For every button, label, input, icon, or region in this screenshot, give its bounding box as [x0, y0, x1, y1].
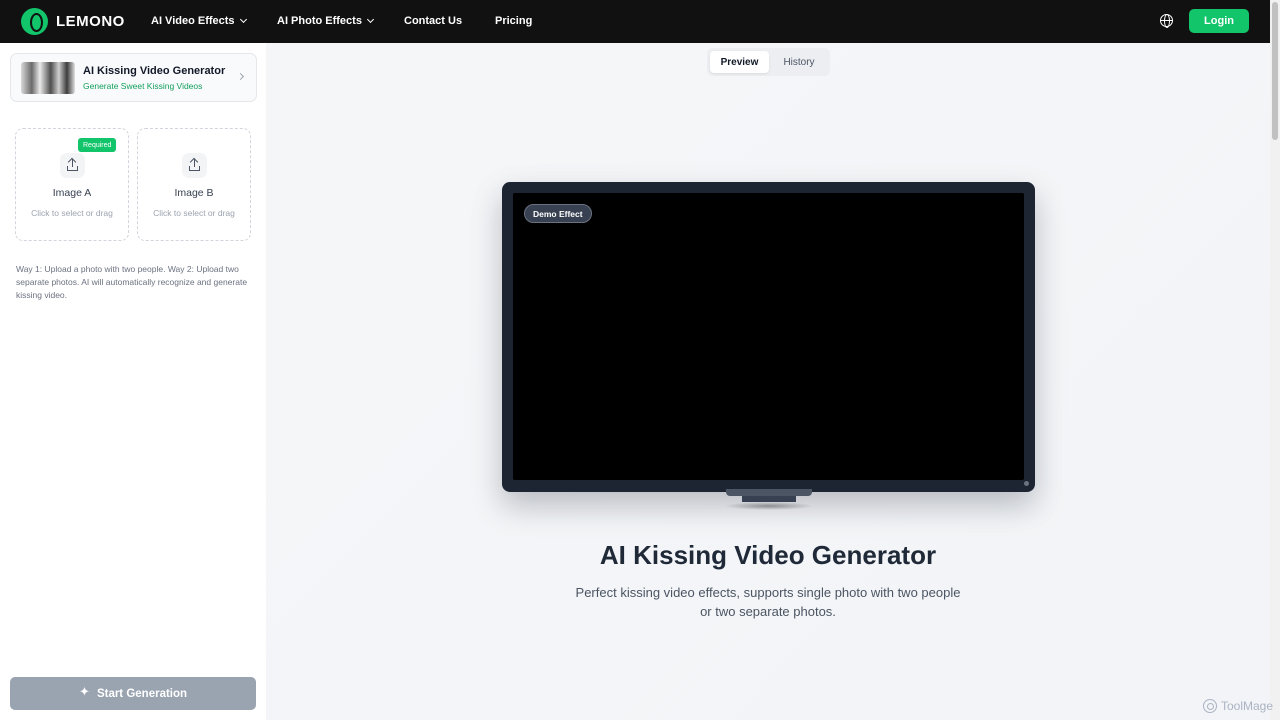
- nav-label: Pricing: [495, 15, 533, 27]
- view-toggle: Preview History: [707, 48, 830, 76]
- upload-title: Image A: [52, 187, 92, 199]
- sparkle-icon: [79, 685, 91, 700]
- nav-label: AI Photo Effects: [277, 15, 362, 27]
- nav-label: Contact Us: [404, 15, 463, 27]
- login-button[interactable]: Login: [1189, 9, 1249, 33]
- tab-preview[interactable]: Preview: [710, 51, 769, 73]
- start-generation-label: Start Generation: [96, 687, 188, 700]
- sidebar: AI Kissing Video Generator Generate Swee…: [0, 43, 266, 720]
- monitor-stand: [726, 489, 812, 496]
- nav-ai-video-effects[interactable]: AI Video Effects: [151, 15, 247, 27]
- chevron-right-icon: [236, 72, 245, 81]
- chevron-down-icon: [366, 15, 374, 24]
- monitor-shadow: [724, 502, 814, 510]
- demo-effect-badge: Demo Effect: [524, 204, 592, 223]
- page-title: AI Kissing Video Generator: [599, 540, 937, 570]
- brand-name: LEMONO: [56, 13, 125, 30]
- nav-label: AI Video Effects: [151, 15, 235, 27]
- start-generation-button[interactable]: Start Generation: [10, 677, 256, 710]
- nav-pricing[interactable]: Pricing: [495, 15, 532, 27]
- upload-image-b[interactable]: Image B Click to select or drag: [137, 128, 251, 241]
- tool-selector-card[interactable]: AI Kissing Video Generator Generate Swee…: [10, 53, 257, 102]
- required-badge: Required: [78, 138, 117, 152]
- top-navbar: LEMONO AI Video Effects AI Photo Effects…: [0, 0, 1270, 43]
- tool-subtitle: Generate Sweet Kissing Videos: [83, 81, 203, 91]
- globe-icon[interactable]: [1160, 14, 1173, 28]
- nav-contact-us[interactable]: Contact Us: [404, 15, 462, 27]
- nav-ai-photo-effects[interactable]: AI Photo Effects: [277, 15, 374, 27]
- scrollbar-thumb[interactable]: [1272, 2, 1278, 140]
- upload-icon: [182, 153, 207, 178]
- page-scrollbar[interactable]: [1270, 0, 1280, 720]
- logo-icon: [21, 8, 48, 35]
- main-content: Preview History Demo Effect AI Kissing V…: [266, 43, 1270, 720]
- brand-logo[interactable]: LEMONO: [21, 8, 125, 35]
- tool-title: AI Kissing Video Generator: [83, 65, 226, 77]
- video-preview-screen[interactable]: Demo Effect: [513, 193, 1024, 480]
- power-indicator: [1024, 481, 1029, 486]
- upload-title: Image B: [174, 187, 214, 199]
- watermark-icon: [1203, 699, 1217, 713]
- upload-image-a[interactable]: Required Image A Click to select or drag: [15, 128, 129, 241]
- upload-hint: Click to select or drag: [153, 208, 235, 218]
- watermark: ToolMage: [1203, 699, 1273, 713]
- usage-hint: Way 1: Upload a photo with two people. W…: [16, 264, 248, 300]
- page-description: Perfect kissing video effects, supports …: [575, 585, 961, 619]
- tab-history[interactable]: History: [771, 51, 827, 73]
- chevron-down-icon: [239, 15, 247, 24]
- tool-thumbnail: [21, 62, 75, 94]
- upload-icon: [60, 153, 85, 178]
- watermark-text: ToolMage: [1221, 699, 1274, 713]
- preview-monitor: Demo Effect: [502, 182, 1035, 492]
- upload-hint: Click to select or drag: [31, 208, 113, 218]
